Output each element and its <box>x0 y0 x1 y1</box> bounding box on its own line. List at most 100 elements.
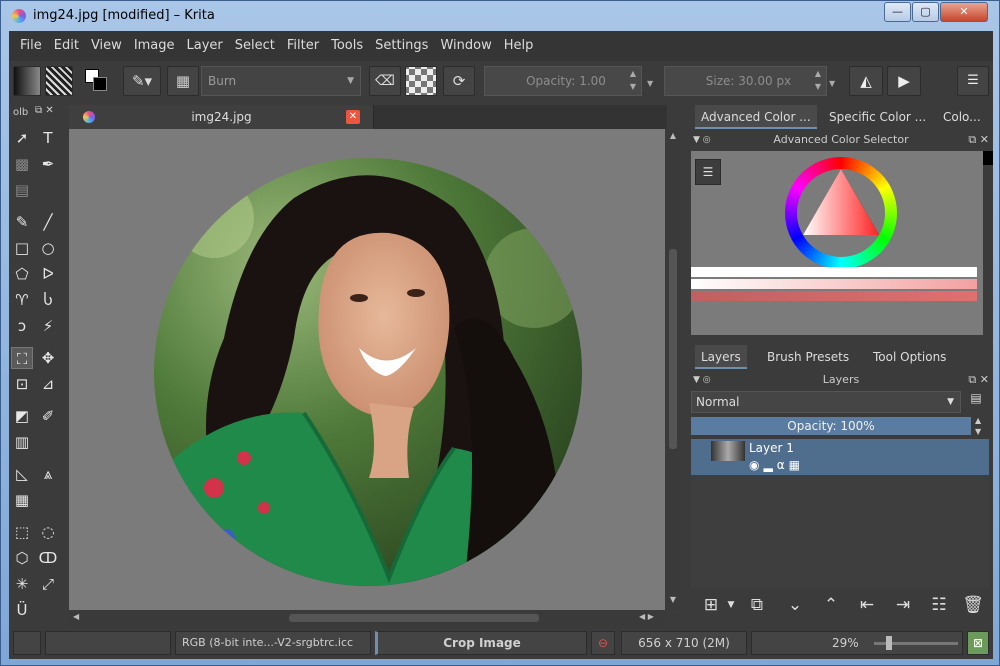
menu-file[interactable]: File <box>14 31 48 61</box>
brush-preset-dropdown[interactable]: Burn ▼ <box>201 66 361 96</box>
zoom-slider-handle[interactable] <box>886 636 892 650</box>
vertical-scroll-thumb[interactable] <box>669 249 677 449</box>
rect-select-tool-icon[interactable]: ⬚ <box>11 521 33 543</box>
tab-brush-presets[interactable]: Brush Presets <box>761 345 855 369</box>
polygon-select-tool-icon[interactable]: ⬡ <box>11 547 33 569</box>
similar-select-tool-icon[interactable]: ⤢ <box>37 573 59 595</box>
toolbar-menu-button[interactable]: ☰ <box>957 66 989 96</box>
reload-preset-button[interactable]: ⟳ <box>443 66 475 96</box>
saturation-strip[interactable] <box>691 279 977 289</box>
color-selector-settings-icon[interactable]: ☰ <box>695 159 721 185</box>
line-tool-icon[interactable]: ╱ <box>37 211 59 233</box>
delete-layer-icon[interactable]: 🗑 <box>961 593 985 617</box>
presets-button[interactable]: ▦ <box>167 66 199 96</box>
selection-display-icon[interactable] <box>13 631 41 655</box>
color-selector-area[interactable]: ☰ <box>691 151 993 335</box>
collapse-arrow-icon[interactable]: ▼ ◎ <box>693 131 711 149</box>
edit-shapes-tool-icon[interactable]: ▩ <box>11 153 33 175</box>
hue-strip[interactable] <box>691 291 977 301</box>
polygon-tool-icon[interactable]: ⬠ <box>11 263 33 285</box>
fit-canvas-icon[interactable]: ⊠ <box>967 631 989 655</box>
blend-mode-dropdown[interactable]: Normal ▼ <box>691 391 961 413</box>
close-button[interactable]: ✕ <box>940 2 988 22</box>
menu-layer[interactable]: Layer <box>181 31 229 61</box>
tab-advanced-color[interactable]: Advanced Color ... <box>695 105 817 129</box>
collapse-arrow-icon[interactable]: ▼ ◎ <box>693 371 711 389</box>
opacity-menu-arrow-icon[interactable]: ▼ <box>647 79 653 88</box>
lightness-strip[interactable] <box>691 267 977 277</box>
menu-tools[interactable]: Tools <box>325 31 369 61</box>
menu-edit[interactable]: Edit <box>48 31 85 61</box>
preserve-alpha-button[interactable] <box>405 66 437 96</box>
maximize-button[interactable]: ▢ <box>912 2 939 22</box>
float-close-icon[interactable]: ⧉ ✕ <box>968 371 989 389</box>
tab-tool-options[interactable]: Tool Options <box>867 345 952 369</box>
menu-window[interactable]: Window <box>434 31 497 61</box>
magnetic-select-tool-icon[interactable]: Ü <box>11 599 33 621</box>
layer-opacity-slider[interactable]: Opacity: 100% <box>691 417 971 435</box>
polyline-tool-icon[interactable]: ᐅ <box>37 263 59 285</box>
menu-filter[interactable]: Filter <box>281 31 325 61</box>
size-spinner[interactable]: ▲ ▼ <box>810 67 826 95</box>
brush-editor-button[interactable]: ✎▾ <box>123 66 161 96</box>
gradient-edit-tool-icon[interactable]: ▤ <box>11 179 33 201</box>
perspective-grid-tool-icon[interactable]: ⩓ <box>37 463 59 485</box>
opacity-spinner[interactable]: ▲ ▼ <box>975 415 981 437</box>
scroll-right-icon[interactable]: ◀ ▶ <box>639 612 654 621</box>
tab-layers[interactable]: Layers <box>695 345 747 369</box>
gradient-tool-icon[interactable]: ▥ <box>11 431 33 453</box>
menu-settings[interactable]: Settings <box>369 31 434 61</box>
layer-visibility-lock-alpha-icons[interactable]: ◉▂α▦ <box>749 458 804 472</box>
tab-specific-color[interactable]: Specific Color ... <box>823 105 932 129</box>
duplicate-layer-icon[interactable]: ⧉ <box>745 593 769 617</box>
canvas[interactable] <box>69 129 665 610</box>
select-shape-tool-icon[interactable]: ➚ <box>11 127 33 149</box>
horizontal-scrollbar[interactable]: ◀ ◀ ▶ <box>69 610 665 626</box>
multibrush-tool-icon[interactable]: ⚡ <box>37 315 59 337</box>
layer-row[interactable]: Layer 1 ◉▂α▦ <box>691 439 989 475</box>
crop-tool-icon[interactable]: ⛶ <box>11 347 33 369</box>
move-layer-down-icon[interactable]: ⌄ <box>783 593 807 617</box>
opacity-spinner[interactable]: ▲ ▼ <box>625 67 641 95</box>
pattern-selector[interactable] <box>45 66 73 96</box>
layer-options-icon[interactable]: ▤ <box>967 391 985 411</box>
fill-tool-icon[interactable]: ◩ <box>11 405 33 427</box>
assistant-tool-icon[interactable]: ◺ <box>11 463 33 485</box>
mirror-horizontal-button[interactable]: ◭ <box>849 66 883 96</box>
add-layer-menu-arrow-icon[interactable]: ▼ <box>719 593 743 617</box>
horizontal-scroll-thumb[interactable] <box>289 614 539 622</box>
hue-ring[interactable] <box>785 157 897 269</box>
layer-to-group-icon[interactable]: ⇤ <box>855 593 879 617</box>
document-tab[interactable]: img24.jpg ✕ <box>69 105 374 129</box>
size-menu-arrow-icon[interactable]: ▼ <box>829 79 835 88</box>
scroll-up-icon[interactable]: ▲ <box>667 131 679 140</box>
freehand-path-tool-icon[interactable]: Ⴑ <box>37 289 59 311</box>
minimize-button[interactable]: — <box>884 2 911 22</box>
size-slider[interactable]: Size: 30.00 px ▲ ▼ <box>664 66 827 96</box>
grid-tool-icon[interactable]: ▦ <box>11 489 33 511</box>
bezier-curve-tool-icon[interactable]: ♈ <box>11 289 33 311</box>
scroll-down-icon[interactable]: ▼ <box>667 595 679 604</box>
freehand-brush-tool-icon[interactable]: ✎ <box>11 211 33 233</box>
menu-select[interactable]: Select <box>229 31 281 61</box>
layer-from-group-icon[interactable]: ⇥ <box>891 593 915 617</box>
color-sampler-tool-icon[interactable]: ✐ <box>37 405 59 427</box>
eraser-mode-button[interactable]: ⌫ <box>369 66 401 96</box>
float-close-icon[interactable]: ⧉ ✕ <box>968 131 989 149</box>
transform-tool-icon[interactable]: ⊡ <box>11 373 33 395</box>
measure-tool-icon[interactable]: ⊿ <box>37 373 59 395</box>
menu-view[interactable]: View <box>85 31 128 61</box>
calligraphy-tool-icon[interactable]: ✒ <box>37 153 59 175</box>
fg-bg-color-swatch[interactable] <box>81 66 115 96</box>
dynamic-brush-tool-icon[interactable]: ↄ <box>11 315 33 337</box>
tab-color-more[interactable]: Colo... <box>937 105 987 129</box>
ellipse-select-tool-icon[interactable]: ◌ <box>37 521 59 543</box>
zoom-control[interactable]: 29% <box>751 631 963 655</box>
freehand-select-tool-icon[interactable]: ↀ <box>37 547 59 569</box>
move-tool-icon[interactable]: ✥ <box>37 347 59 369</box>
rectangle-tool-icon[interactable]: □ <box>11 237 33 259</box>
text-tool-icon[interactable]: T <box>37 127 59 149</box>
menu-help[interactable]: Help <box>498 31 540 61</box>
vertical-scrollbar[interactable]: ▲ ▼ <box>665 129 681 610</box>
move-layer-up-icon[interactable]: ⌃ <box>819 593 843 617</box>
